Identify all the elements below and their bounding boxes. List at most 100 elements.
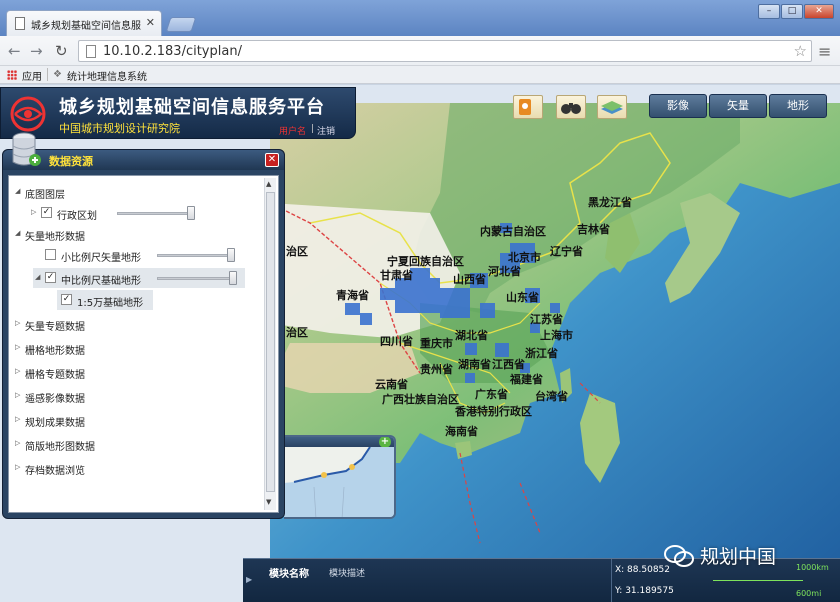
close-tab-icon[interactable]: ✕ bbox=[146, 16, 155, 29]
expand-icon[interactable]: ▷ bbox=[15, 463, 20, 471]
tree-node-vector-thematic[interactable]: ▷ 矢量专题数据 bbox=[9, 314, 263, 334]
logout-link[interactable]: 注销 bbox=[317, 124, 335, 137]
slider-handle[interactable] bbox=[229, 271, 237, 285]
tree-node-raster-terrain[interactable]: ▷ 栅格地形数据 bbox=[9, 338, 263, 358]
tree-node-planning-results[interactable]: ▷ 规划成果数据 bbox=[9, 410, 263, 430]
map-label: 广西壮族自治区 bbox=[382, 392, 459, 406]
tree-label: 存档数据浏览 bbox=[25, 466, 85, 477]
map-label: 江西省 bbox=[492, 357, 525, 371]
reload-icon[interactable]: ↻ bbox=[55, 42, 68, 60]
tree-node-admin-division[interactable]: ▷ ✓ 行政区划 bbox=[9, 203, 263, 223]
tree-label: 栅格专题数据 bbox=[25, 370, 85, 381]
map-label: 山东省 bbox=[506, 290, 539, 304]
slider-handle[interactable] bbox=[187, 206, 195, 220]
map-label: 福建省 bbox=[509, 372, 543, 386]
layer-checkbox[interactable] bbox=[45, 249, 56, 260]
logo-icon bbox=[10, 96, 46, 132]
database-icon bbox=[12, 132, 41, 166]
expand-icon[interactable]: ▷ bbox=[15, 343, 20, 351]
vector-button[interactable]: 矢量 bbox=[709, 94, 767, 118]
tree-label: 简版地形图数据 bbox=[25, 442, 95, 453]
map-label: 山西省 bbox=[453, 272, 486, 286]
web-page: 黑龙江省 吉林省 内蒙古自治区 辽宁省 宁夏回族自治区 甘肃省 山西省 河北省 … bbox=[0, 85, 840, 602]
expand-icon[interactable]: ▷ bbox=[15, 439, 20, 447]
expand-icon[interactable]: ▷ bbox=[15, 415, 20, 423]
expand-icon[interactable]: ▷ bbox=[15, 391, 20, 399]
expand-arrow-icon[interactable]: ▶ bbox=[246, 575, 252, 584]
tree-node-archive[interactable]: ▷ 存档数据浏览 bbox=[9, 458, 263, 478]
site-subtitle: 中国城市规划设计研究院 bbox=[59, 122, 180, 135]
locate-tool-button[interactable] bbox=[513, 95, 543, 119]
site-title: 城乡规划基础空间信息服务平台 bbox=[59, 97, 325, 118]
opacity-slider[interactable] bbox=[117, 212, 195, 215]
collapse-icon[interactable]: ◢ bbox=[15, 229, 20, 237]
tree-label: 矢量地形数据 bbox=[25, 232, 85, 243]
tree-node-raster-thematic[interactable]: ▷ 栅格专题数据 bbox=[9, 362, 263, 382]
panel-title: 数据资源 bbox=[49, 155, 93, 168]
layer-tree: ◢ 底图图层 ▷ ✓ 行政区划 ◢ 矢量地形数据 小比例尺矢量地形 ◢ ✓ 中比… bbox=[8, 175, 279, 513]
bookmark-stat-gis[interactable]: 统计地理信息系统 bbox=[67, 68, 147, 83]
maximize-button[interactable]: □ bbox=[781, 4, 803, 19]
browser-tab[interactable]: 城乡规划基础空间信息服务 ✕ bbox=[6, 10, 162, 36]
bookmark-star-icon[interactable]: ☆ bbox=[794, 42, 807, 60]
tree-node-vector-terrain[interactable]: ◢ 矢量地形数据 bbox=[9, 224, 263, 244]
user-link[interactable]: 用户名 bbox=[279, 124, 306, 137]
map-label: 辽宁省 bbox=[550, 244, 583, 258]
layer-checkbox[interactable]: ✓ bbox=[45, 272, 56, 283]
apps-icon[interactable] bbox=[7, 70, 17, 80]
map-label: 台湾省 bbox=[535, 389, 568, 403]
scale-km: 1000km bbox=[796, 563, 829, 572]
scroll-up-icon[interactable]: ▲ bbox=[266, 180, 271, 188]
terrain-button[interactable]: 地形 bbox=[769, 94, 827, 118]
bookmark-apps[interactable]: 应用 bbox=[22, 68, 42, 83]
divider bbox=[47, 68, 48, 81]
scroll-down-icon[interactable]: ▼ bbox=[266, 498, 271, 506]
tree-label: 底图图层 bbox=[25, 190, 65, 201]
tree-node-base-layers[interactable]: ◢ 底图图层 bbox=[9, 182, 263, 202]
tree-label: 1:5万基础地形 bbox=[77, 298, 144, 309]
expand-icon[interactable]: ▷ bbox=[31, 208, 36, 216]
tree-node-small-scale[interactable]: 小比例尺矢量地形 bbox=[9, 245, 263, 265]
bookmarks-bar: 应用 ❖ 统计地理信息系统 bbox=[0, 66, 840, 84]
page-icon: ❖ bbox=[53, 69, 62, 80]
menu-icon[interactable]: ≡ bbox=[818, 42, 831, 61]
opacity-slider[interactable] bbox=[157, 254, 233, 257]
page-icon bbox=[86, 45, 96, 58]
watermark-text: 规划中国 bbox=[700, 546, 777, 568]
map-label: 吉林省 bbox=[577, 222, 610, 236]
tree-node-medium-scale[interactable]: ◢ ✓ 中比例尺基础地形 bbox=[33, 268, 245, 288]
address-bar[interactable]: 10.10.2.183/cityplan/ ☆ bbox=[78, 40, 812, 62]
minimize-button[interactable]: – bbox=[758, 4, 780, 19]
binoculars-tool-button[interactable] bbox=[556, 95, 586, 119]
close-window-button[interactable]: ✕ bbox=[804, 4, 834, 19]
overview-map[interactable]: + bbox=[284, 435, 396, 519]
tree-label: 栅格地形数据 bbox=[25, 346, 85, 357]
tree-node-simple-topo[interactable]: ▷ 简版地形图数据 bbox=[9, 434, 263, 454]
tree-node-remote-sensing[interactable]: ▷ 遥感影像数据 bbox=[9, 386, 263, 406]
map-label: 宁夏回族自治区 bbox=[387, 254, 464, 268]
divider: | bbox=[311, 124, 315, 134]
layer-checkbox[interactable]: ✓ bbox=[61, 294, 72, 305]
imagery-button[interactable]: 影像 bbox=[649, 94, 707, 118]
scroll-thumb[interactable] bbox=[266, 192, 275, 492]
map-label: 贵州省 bbox=[420, 362, 453, 376]
expand-icon[interactable]: ▷ bbox=[15, 367, 20, 375]
layer-checkbox[interactable]: ✓ bbox=[41, 207, 52, 218]
close-icon[interactable]: ✕ bbox=[265, 153, 279, 167]
layers-tool-button[interactable] bbox=[597, 95, 627, 119]
x-coordinate: X: 88.50852 bbox=[615, 565, 671, 575]
map-label: 河北省 bbox=[488, 264, 521, 278]
collapse-icon[interactable]: ◢ bbox=[35, 273, 40, 281]
collapse-icon[interactable]: ◢ bbox=[15, 187, 20, 195]
url-text: 10.10.2.183/cityplan/ bbox=[103, 44, 242, 59]
site-header: 城乡规划基础空间信息服务平台 中国城市规划设计研究院 用户名 | 注销 bbox=[0, 87, 356, 139]
tree-node-1-50000[interactable]: ✓ 1:5万基础地形 bbox=[57, 290, 153, 310]
slider-handle[interactable] bbox=[227, 248, 235, 262]
chat-icon bbox=[664, 545, 694, 567]
back-icon[interactable]: ← bbox=[8, 42, 21, 60]
expand-icon[interactable]: ▷ bbox=[15, 319, 20, 327]
forward-icon[interactable]: → bbox=[30, 42, 43, 60]
new-tab-button[interactable] bbox=[165, 17, 197, 32]
scrollbar[interactable]: ▲ ▼ bbox=[264, 178, 276, 510]
opacity-slider[interactable] bbox=[157, 277, 233, 280]
